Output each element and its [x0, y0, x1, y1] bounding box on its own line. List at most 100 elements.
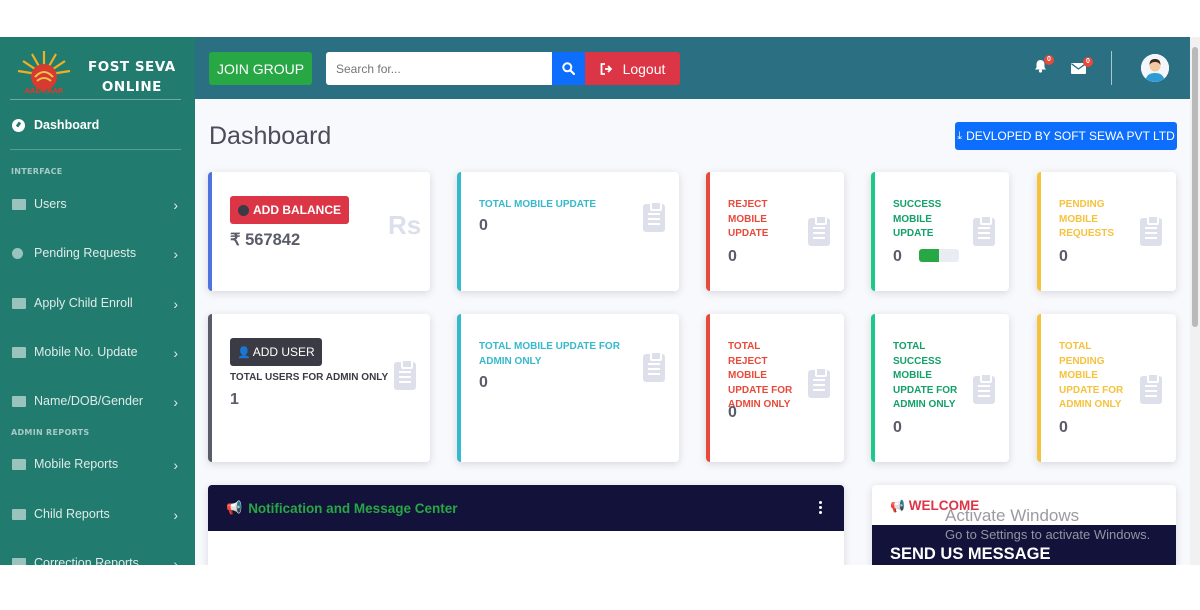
sign-out-icon [600, 62, 612, 75]
add-balance-label: ADD BALANCE [253, 203, 341, 217]
sidebar-item-child-reports[interactable]: Child Reports › [12, 503, 180, 525]
sidebar-item-label: Pending Requests [34, 246, 137, 260]
plus-circle-icon [238, 204, 249, 216]
card-value: 0 [893, 419, 902, 436]
sidebar-item-apply-child-enroll[interactable]: Apply Child Enroll › [12, 292, 180, 314]
join-group-button[interactable]: JOIN GROUP [209, 52, 312, 85]
sidebar-item-label: Child Reports [34, 507, 110, 521]
chevron-right-icon: › [173, 296, 178, 312]
user-avatar[interactable] [1141, 54, 1169, 82]
stat-card-success-mobile-update: SUCCESS MOBILE UPDATE 0 [871, 172, 1009, 291]
sidebar-item-name-dob-gender[interactable]: Name/DOB/Gender › [12, 390, 180, 412]
notification-center-title: Notification and Message Center [248, 500, 458, 516]
topbar: JOIN GROUP Logout 0 [195, 37, 1200, 99]
card-value: 0 [479, 374, 488, 391]
activate-windows-title: Activate Windows [945, 506, 1080, 525]
bullhorn-icon: 📢 [226, 500, 243, 515]
tachometer-icon [12, 118, 25, 132]
chart-area-icon [12, 557, 26, 565]
card-value: 0 [728, 404, 737, 421]
alerts-button[interactable]: 0 [1034, 55, 1054, 78]
scrollbar-thumb[interactable] [1192, 47, 1198, 327]
sidebar-item-label: Users [34, 197, 67, 211]
topbar-divider [1111, 51, 1112, 85]
chart-area-icon [12, 458, 26, 470]
chevron-right-icon: › [173, 345, 178, 361]
bullhorn-icon: 📢 [890, 499, 905, 513]
clipboard-icon [808, 215, 830, 246]
folder-icon [12, 346, 26, 358]
page-scrollbar[interactable] [1190, 37, 1200, 565]
card-title: PENDING MOBILE REQUESTS [1059, 199, 1115, 239]
card-title: REJECT MOBILE UPDATE [728, 199, 769, 239]
chevron-right-icon: › [173, 246, 178, 262]
sidebar-item-dashboard[interactable]: Dashboard [12, 118, 99, 132]
chevron-right-icon: › [173, 394, 178, 410]
clipboard-icon [973, 215, 995, 246]
sidebar-item-correction-reports[interactable]: Correction Reports › [12, 552, 180, 565]
logout-button[interactable]: Logout [585, 52, 680, 85]
page-title: Dashboard [209, 122, 332, 150]
sidebar-item-mobile-reports[interactable]: Mobile Reports › [12, 453, 180, 475]
card-title: TOTAL PENDING MOBILE UPDATE FOR ADMIN ON… [1059, 341, 1124, 410]
add-user-label: ADD USER [252, 345, 315, 359]
sidebar-item-label: Dashboard [34, 118, 100, 132]
messages-button[interactable]: 0 [1071, 57, 1093, 79]
users-card: 👤 ADD USER TOTAL USERS FOR ADMIN ONLY 1 [208, 314, 430, 462]
add-user-button[interactable]: 👤 ADD USER [230, 338, 322, 366]
stat-card-total-pending-mobile-update-admin: TOTAL PENDING MOBILE UPDATE FOR ADMIN ON… [1037, 314, 1176, 462]
activate-windows-subtitle: Go to Settings to activate Windows. [945, 527, 1151, 542]
aadhaar-logo: AADHAAR [12, 47, 76, 95]
chevron-right-icon: › [173, 457, 178, 473]
sidebar-heading-admin-reports: ADMIN REPORTS [11, 428, 90, 437]
card-title: TOTAL USERS FOR ADMIN ONLY [230, 372, 389, 383]
card-title: TOTAL MOBILE UPDATE FOR ADMIN ONLY [479, 341, 620, 367]
balance-value: ₹ 567842 [230, 231, 301, 249]
user-avatar-icon [1141, 54, 1169, 82]
balance-card: ADD BALANCE ₹ 567842 Rs [208, 172, 430, 291]
notification-center-header: 📢 Notification and Message Center [208, 485, 844, 531]
send-message-label[interactable]: SEND US MESSAGE [890, 545, 1050, 564]
sidebar-item-mobile-no-update[interactable]: Mobile No. Update › [12, 341, 180, 363]
notification-center-card: 📢 Notification and Message Center [208, 485, 844, 565]
brand-line1: FOST SEVA [88, 59, 176, 75]
stat-card-pending-mobile-requests: PENDING MOBILE REQUESTS 0 [1037, 172, 1176, 291]
more-options-icon[interactable] [819, 501, 822, 514]
download-icon: ⤓ [957, 129, 963, 142]
clipboard-icon [1140, 373, 1162, 404]
search-input[interactable] [336, 61, 536, 76]
add-balance-button[interactable]: ADD BALANCE [230, 196, 349, 224]
sidebar-item-label: Correction Reports [34, 556, 139, 565]
sidebar-item-users[interactable]: Users › [12, 193, 180, 215]
brand[interactable]: AADHAAR FOST SEVA ONLINE [10, 45, 182, 100]
sidebar: AADHAAR FOST SEVA ONLINE Dashboard INTER… [0, 37, 195, 565]
card-title: TOTAL REJECT MOBILE UPDATE FOR ADMIN ONL… [728, 341, 793, 410]
clipboard-icon [808, 367, 830, 398]
messages-count-badge: 0 [1083, 57, 1093, 67]
folder-icon [12, 297, 26, 309]
stat-card-reject-mobile-update: REJECT MOBILE UPDATE 0 [706, 172, 844, 291]
folder-icon [12, 395, 26, 407]
sidebar-heading-interface: INTERFACE [11, 167, 63, 176]
card-title: TOTAL MOBILE UPDATE [479, 199, 597, 210]
users-icon [12, 198, 26, 210]
svg-text:AADHAAR: AADHAAR [25, 87, 64, 95]
sidebar-item-pending-requests[interactable]: Pending Requests › [12, 242, 180, 264]
card-title: SUCCESS MOBILE UPDATE [893, 199, 942, 239]
search-field[interactable] [326, 52, 552, 85]
sidebar-item-label: Name/DOB/Gender [34, 394, 144, 408]
cog-icon [12, 247, 23, 259]
success-progress-bar [919, 249, 959, 262]
card-value: 0 [479, 217, 488, 234]
rupee-icon: Rs [388, 210, 422, 240]
sidebar-item-label: Apply Child Enroll [34, 296, 133, 310]
chevron-right-icon: › [173, 197, 178, 213]
search-button[interactable] [552, 52, 585, 85]
user-plus-icon: 👤 [237, 346, 251, 359]
sidebar-divider [10, 99, 181, 100]
developer-credit-button[interactable]: ⤓ DEVLOPED BY SOFT SEWA PVT LTD [955, 122, 1177, 150]
clipboard-icon [643, 351, 665, 382]
card-value: 0 [893, 248, 902, 265]
clipboard-icon [643, 201, 665, 232]
developer-credit-label: DEVLOPED BY SOFT SEWA PVT LTD [966, 129, 1175, 143]
